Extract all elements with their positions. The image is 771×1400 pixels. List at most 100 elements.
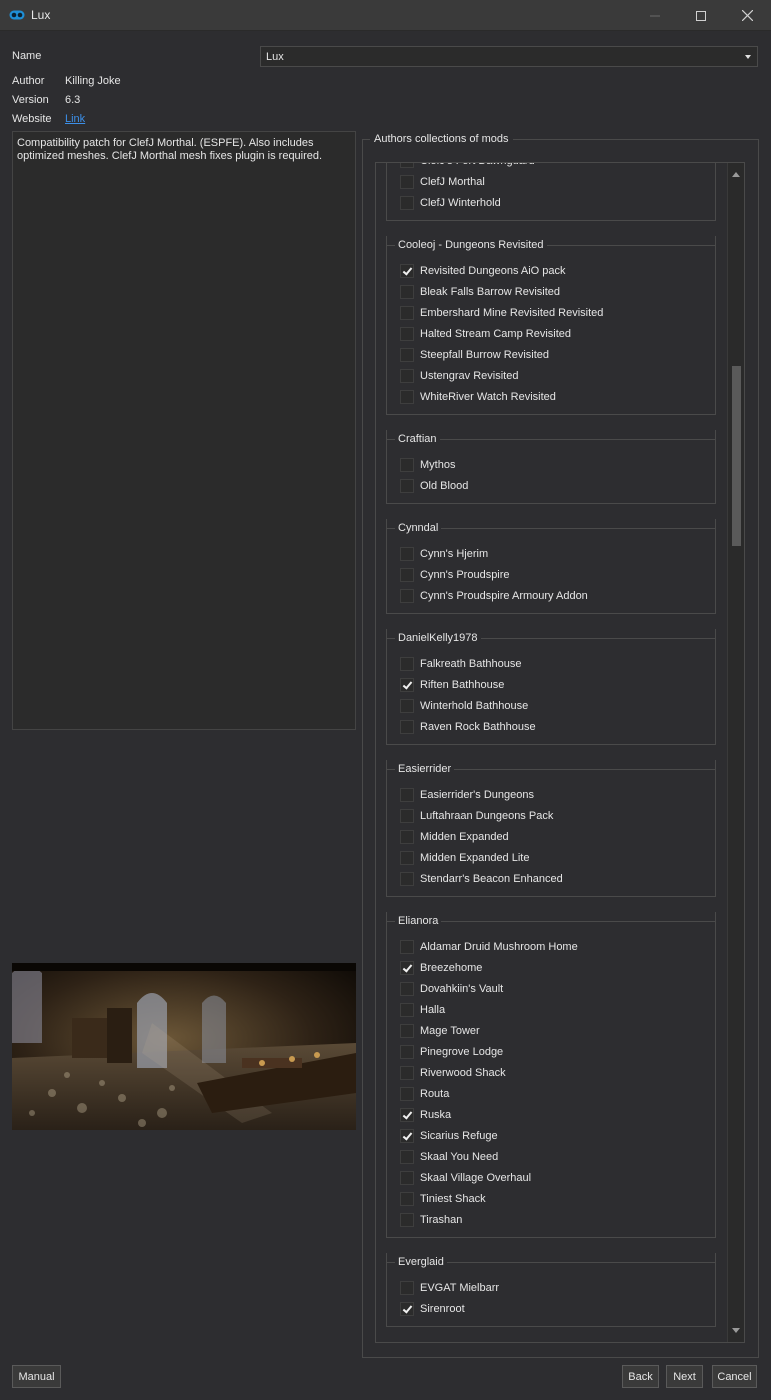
mod-checkbox[interactable] [400,982,414,996]
mod-item[interactable]: Riften Bathhouse [387,675,715,696]
close-button[interactable] [724,0,770,31]
mod-checkbox[interactable] [400,1045,414,1059]
mod-checkbox[interactable] [400,851,414,865]
mod-checkbox[interactable] [400,327,414,341]
mod-checkbox[interactable] [400,1066,414,1080]
mod-checkbox[interactable] [400,1024,414,1038]
collection-group-title: Elianora [395,915,442,927]
cancel-button[interactable]: Cancel [712,1365,757,1388]
mod-checkbox[interactable] [400,678,414,692]
mod-item[interactable]: Easierrider's Dungeons [387,785,715,806]
mod-item[interactable]: Dovahkiin's Vault [387,979,715,1000]
scroll-down-icon[interactable] [732,1328,740,1333]
mod-checkbox[interactable] [400,699,414,713]
mod-item[interactable]: Sirenroot [387,1299,715,1320]
mod-item[interactable]: Old Blood [387,476,715,497]
mod-item[interactable]: Tirashan [387,1210,715,1231]
mod-checkbox[interactable] [400,196,414,210]
mod-checkbox[interactable] [400,163,414,168]
mod-item[interactable]: Mythos [387,455,715,476]
mod-label: Luftahraan Dungeons Pack [420,810,554,822]
mod-item[interactable]: Cynn's Hjerim [387,544,715,565]
mod-checkbox[interactable] [400,657,414,671]
mod-checkbox[interactable] [400,830,414,844]
collections-title: Authors collections of mods [370,133,513,145]
mod-item[interactable]: Ustengrav Revisited [387,366,715,387]
mod-checkbox[interactable] [400,175,414,189]
mod-item[interactable]: Midden Expanded [387,827,715,848]
mod-checkbox[interactable] [400,1213,414,1227]
mod-item[interactable]: Embershard Mine Revisited Revisited [387,303,715,324]
mod-checkbox[interactable] [400,1150,414,1164]
mod-item[interactable]: Breezehome [387,958,715,979]
mod-item[interactable]: Revisited Dungeons AiO pack [387,261,715,282]
mod-item[interactable]: Aldamar Druid Mushroom Home [387,937,715,958]
mod-item[interactable]: Routa [387,1084,715,1105]
mod-checkbox[interactable] [400,285,414,299]
mod-item[interactable]: ClefJ's Fort Dawnguard [387,163,715,172]
mod-item[interactable]: Sicarius Refuge [387,1126,715,1147]
mod-item[interactable]: EVGAT Mielbarr [387,1278,715,1299]
mod-item[interactable]: Falkreath Bathhouse [387,654,715,675]
mod-item[interactable]: Riverwood Shack [387,1063,715,1084]
mod-checkbox[interactable] [400,568,414,582]
mod-item[interactable]: Raven Rock Bathhouse [387,717,715,738]
mod-checkbox[interactable] [400,1003,414,1017]
mod-item[interactable]: Mage Tower [387,1021,715,1042]
mod-checkbox[interactable] [400,1129,414,1143]
mod-item[interactable]: Pinegrove Lodge [387,1042,715,1063]
mod-item[interactable]: Skaal Village Overhaul [387,1168,715,1189]
mod-checkbox[interactable] [400,1087,414,1101]
name-dropdown[interactable]: Lux [260,46,758,67]
back-button[interactable]: Back [622,1365,659,1388]
mod-checkbox[interactable] [400,306,414,320]
mod-checkbox[interactable] [400,589,414,603]
mod-checkbox[interactable] [400,872,414,886]
mod-checkbox[interactable] [400,264,414,278]
mod-item[interactable]: Winterhold Bathhouse [387,696,715,717]
mod-checkbox[interactable] [400,720,414,734]
mod-checkbox[interactable] [400,940,414,954]
mod-checkbox[interactable] [400,809,414,823]
mod-checkbox[interactable] [400,1171,414,1185]
minimize-button[interactable] [632,0,678,31]
mod-checkbox[interactable] [400,1281,414,1295]
mod-checkbox[interactable] [400,547,414,561]
mod-checkbox[interactable] [400,348,414,362]
mod-item[interactable]: Midden Expanded Lite [387,848,715,869]
scroll-up-icon[interactable] [732,172,740,177]
mod-checkbox[interactable] [400,458,414,472]
mod-item[interactable]: Halla [387,1000,715,1021]
mod-checkbox[interactable] [400,961,414,975]
mod-checkbox[interactable] [400,1108,414,1122]
mod-checkbox[interactable] [400,390,414,404]
description-text: Compatibility patch for ClefJ Morthal. (… [17,137,323,162]
mod-checkbox[interactable] [400,1192,414,1206]
mod-item[interactable]: Tiniest Shack [387,1189,715,1210]
website-link[interactable]: Link [65,113,85,125]
next-button[interactable]: Next [666,1365,703,1388]
mod-item[interactable]: ClefJ Winterhold [387,193,715,214]
mod-item[interactable]: Cynn's Proudspire [387,565,715,586]
description-box: Compatibility patch for ClefJ Morthal. (… [12,131,356,730]
mod-checkbox[interactable] [400,479,414,493]
mod-checkbox[interactable] [400,1302,414,1316]
maximize-button[interactable] [678,0,724,31]
mod-item[interactable]: Stendarr's Beacon Enhanced [387,869,715,890]
mod-item[interactable]: ClefJ Morthal [387,172,715,193]
mod-item[interactable]: Skaal You Need [387,1147,715,1168]
mod-checkbox[interactable] [400,788,414,802]
mod-item[interactable]: Bleak Falls Barrow Revisited [387,282,715,303]
collections-list[interactable]: ClefJ's Fort Dawnguard ClefJ Morthal ClefJ… [375,162,745,1343]
mod-item[interactable]: Steepfall Burrow Revisited [387,345,715,366]
vertical-scrollbar[interactable] [727,163,744,1342]
mod-label: Easierrider's Dungeons [420,789,534,801]
manual-button[interactable]: Manual [12,1365,61,1388]
mod-checkbox[interactable] [400,369,414,383]
mod-item[interactable]: Cynn's Proudspire Armoury Addon [387,586,715,607]
mod-item[interactable]: Ruska [387,1105,715,1126]
mod-item[interactable]: Halted Stream Camp Revisited [387,324,715,345]
mod-item[interactable]: WhiteRiver Watch Revisited [387,387,715,408]
mod-item[interactable]: Luftahraan Dungeons Pack [387,806,715,827]
scrollbar-thumb[interactable] [732,366,741,546]
